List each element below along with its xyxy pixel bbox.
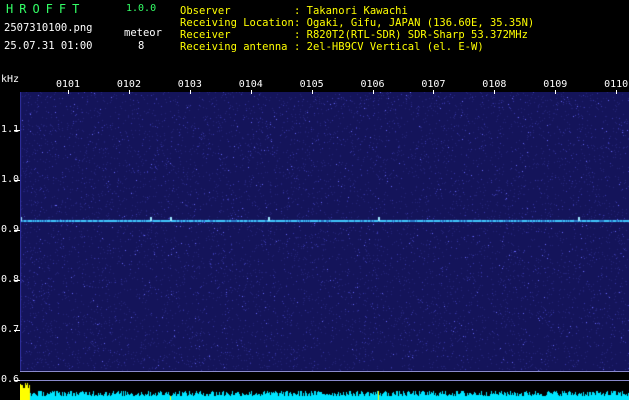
y-tick-mark — [14, 230, 20, 231]
x-tick-mark — [494, 90, 496, 94]
meteor-label: meteor — [124, 27, 162, 39]
filename-label: 2507310100.png — [4, 22, 93, 34]
info-key-receiver: Receiver — [180, 29, 231, 41]
spectrogram-plot — [20, 92, 629, 400]
histogram-top-line — [20, 380, 629, 381]
y-axis-unit: kHz — [1, 74, 20, 85]
y-tick-mark — [14, 380, 20, 381]
x-tick-mark — [311, 90, 313, 94]
y-tick-mark — [14, 130, 20, 131]
x-tick-mark — [68, 90, 69, 94]
plot-bottom-line — [20, 371, 629, 372]
info-value-observer: : Takanori Kawachi — [294, 5, 408, 17]
y-tick-mark — [14, 180, 20, 181]
x-tick-mark — [372, 90, 374, 94]
info-value-location: : Ogaki, Gifu, JAPAN (136.60E, 35.35N) — [294, 17, 535, 29]
spectrogram-window: HROFFT 1.0.0 2507310100.png 25.07.31 01:… — [0, 0, 629, 400]
x-tick-mark — [250, 90, 252, 94]
info-key-location: Receiving Location — [180, 17, 294, 29]
app-logo: HROFFT — [6, 2, 86, 16]
x-tick-mark — [616, 90, 618, 94]
y-tick-mark — [14, 280, 20, 281]
info-key-observer: Observer — [180, 5, 231, 17]
info-key-antenna: Receiving antenna — [180, 41, 288, 53]
meteor-count: 8 — [138, 40, 145, 52]
y-tick-mark — [14, 330, 20, 331]
x-tick-mark — [128, 90, 130, 94]
app-version: 1.0.0 — [126, 3, 157, 14]
info-value-antenna: : 2el-HB9CV Vertical (el. E-W) — [294, 41, 484, 53]
x-tick-mark — [555, 90, 557, 94]
x-tick-mark — [189, 90, 191, 94]
datetime-label: 25.07.31 01:00 — [4, 40, 93, 52]
x-tick-mark — [433, 90, 435, 94]
info-value-receiver: : R820T2(RTL-SDR) SDR-Sharp 53.372MHz — [294, 29, 528, 41]
